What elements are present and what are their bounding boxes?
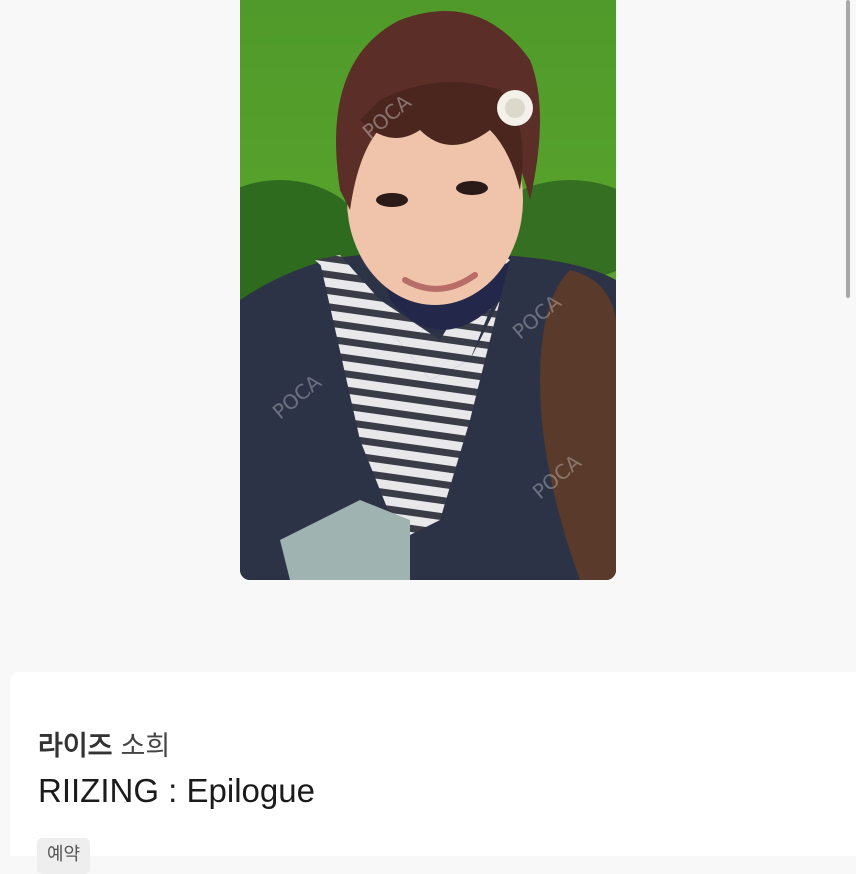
member-name[interactable]: 소희 [121,731,171,762]
artist-line: 라이즈 소희 [38,724,170,763]
scrollbar[interactable] [846,0,850,298]
group-name[interactable]: 라이즈 [38,731,113,762]
status-badge: 예약 [37,838,91,874]
album-title[interactable]: RIIZING : Epilogue [38,772,315,810]
photocard-illustration: POCA POCA POCA POCA [240,0,616,580]
image-viewer: POCA POCA POCA POCA [0,0,856,672]
product-info-panel: 라이즈 소희 RIIZING : Epilogue 예약 [10,672,856,874]
photocard-image[interactable]: POCA POCA POCA POCA [240,0,616,580]
